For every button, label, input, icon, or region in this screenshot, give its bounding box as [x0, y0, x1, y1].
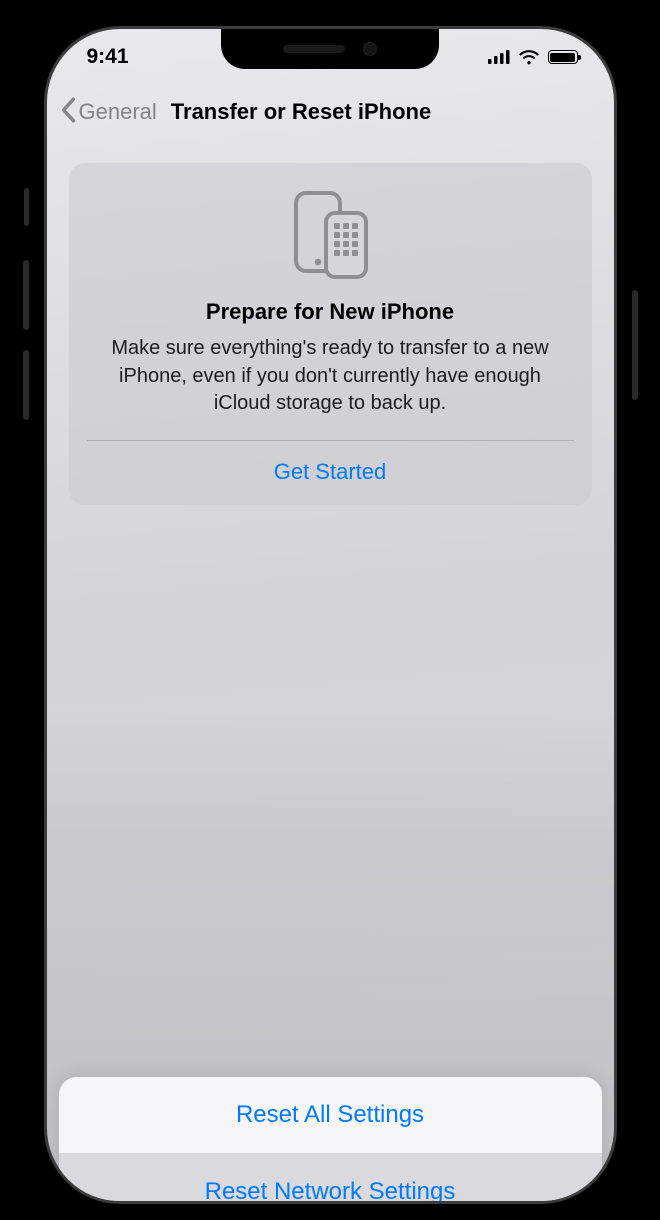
speaker-grille	[283, 45, 345, 53]
notch	[221, 29, 439, 69]
front-camera	[363, 42, 377, 56]
volume-down-button	[23, 350, 29, 420]
page-title: Transfer or Reset iPhone	[171, 99, 431, 125]
screen: 9:41	[47, 29, 614, 1201]
volume-up-button	[23, 260, 29, 330]
mute-switch	[24, 188, 29, 226]
wifi-icon	[518, 49, 540, 65]
get-started-button[interactable]: Get Started	[69, 441, 592, 505]
sheet-item-reset-network-settings[interactable]: Reset Network Settings	[59, 1154, 602, 1201]
back-button-label[interactable]: General	[79, 99, 157, 125]
prepare-card-description: Make sure everything's ready to transfer…	[95, 335, 566, 418]
prepare-card-title: Prepare for New iPhone	[95, 299, 566, 325]
reset-action-sheet: Reset All Settings Reset Network Setting…	[59, 1077, 602, 1201]
status-time: 9:41	[87, 45, 129, 69]
battery-icon	[548, 50, 578, 64]
prepare-card: Prepare for New iPhone Make sure everyth…	[69, 163, 592, 505]
power-button	[632, 290, 638, 400]
phone-frame: 9:41	[28, 10, 633, 1220]
sheet-item-reset-all-settings[interactable]: Reset All Settings	[59, 1077, 602, 1154]
back-chevron-icon[interactable]	[59, 97, 77, 128]
cellular-signal-icon	[488, 50, 510, 64]
transfer-devices-icon	[95, 189, 566, 281]
nav-bar: General Transfer or Reset iPhone	[47, 85, 614, 139]
